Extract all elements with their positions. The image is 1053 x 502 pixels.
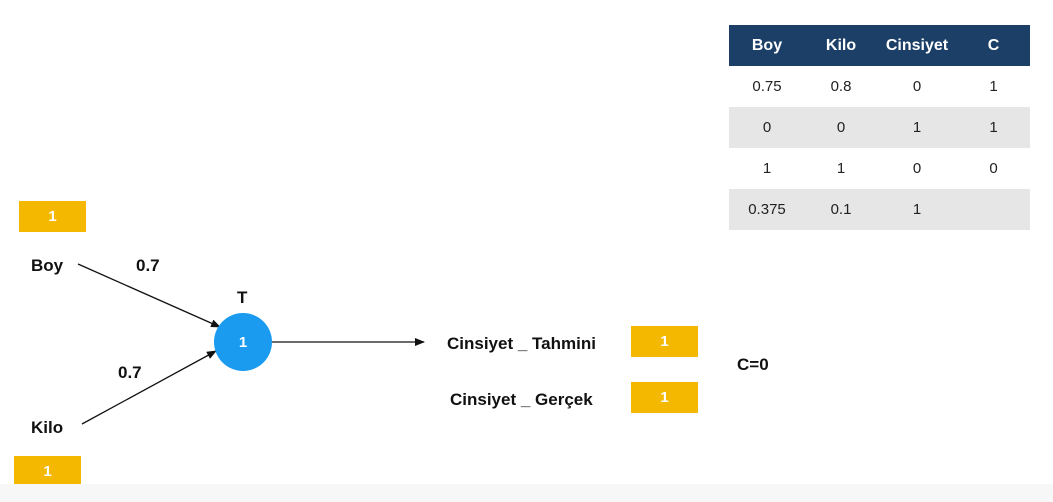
data-table: Boy Kilo Cinsiyet C 0.75 0.8 0 1 0 0 1 1…	[729, 25, 1030, 230]
table-cell: 0.75	[752, 78, 782, 95]
output-gercek-label: Cinsiyet _ Gerçek	[450, 390, 593, 409]
table-cell: 0	[729, 107, 805, 148]
header-c: C	[957, 25, 1030, 66]
table-cell: 0	[805, 107, 877, 148]
table-row: 1 1 0 0	[729, 148, 1030, 189]
footer-strip	[0, 484, 1053, 502]
table-cell: 0.8	[830, 78, 852, 95]
table-header-row: Boy Kilo Cinsiyet C	[729, 25, 1030, 66]
table-cell: 0	[989, 160, 998, 177]
header-boy: Boy	[729, 25, 805, 66]
table-cell: 1	[877, 107, 957, 148]
table-row: 0.375 0.1 1	[729, 189, 1030, 230]
table-row: 0 0 1 1	[729, 107, 1030, 148]
table-cell: 0	[912, 160, 922, 177]
boy-to-node-arrow	[77, 263, 221, 328]
table-cell: 1	[836, 160, 846, 177]
table-cell: 1	[877, 189, 957, 230]
table-cell: 0	[912, 78, 922, 95]
table-cell: 1	[989, 78, 998, 95]
table-cell: 1	[957, 107, 1030, 148]
output-gercek-badge: 1	[631, 382, 698, 413]
header-cinsiyet: Cinsiyet	[877, 25, 957, 66]
node-label: T	[237, 288, 248, 307]
table-row: 0.75 0.8 0 1	[729, 66, 1030, 107]
table-cell	[957, 189, 1030, 230]
kilo-to-node-arrow	[81, 350, 217, 425]
table-cell: 0.375	[729, 189, 805, 230]
output-tahmini-label: Cinsiyet _ Tahmini	[447, 334, 596, 353]
header-kilo: Kilo	[805, 25, 877, 66]
condition-label: C=0	[737, 355, 769, 374]
output-tahmini-badge: 1	[631, 326, 698, 357]
neuron-node: 1	[214, 313, 272, 371]
table-cell: 0.1	[805, 189, 877, 230]
table-cell: 1	[762, 160, 772, 177]
